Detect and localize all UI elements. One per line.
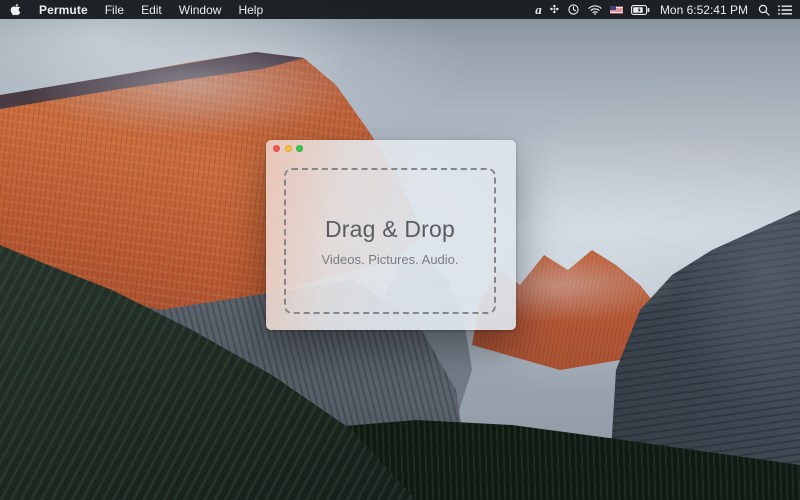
permute-window: Drag & Drop Videos. Pictures. Audio. bbox=[266, 140, 516, 330]
menu-bar-status-area: a ✣ bbox=[535, 2, 792, 18]
apple-menu[interactable] bbox=[10, 3, 22, 17]
dropzone-subtitle: Videos. Pictures. Audio. bbox=[321, 252, 458, 267]
notification-center-icon[interactable] bbox=[778, 2, 792, 18]
fan-icon[interactable]: ✣ bbox=[550, 2, 559, 18]
desktop: Permute File Edit Window Help a ✣ bbox=[0, 0, 800, 500]
menu-app-name[interactable]: Permute bbox=[39, 3, 88, 17]
menu-clock[interactable]: Mon 6:52:41 PM bbox=[660, 3, 748, 17]
minimize-button[interactable] bbox=[285, 145, 292, 152]
menu-bar: Permute File Edit Window Help a ✣ bbox=[0, 0, 800, 19]
menu-help[interactable]: Help bbox=[238, 3, 263, 17]
input-source-us-flag[interactable] bbox=[610, 6, 623, 14]
zoom-button[interactable] bbox=[296, 145, 303, 152]
battery-charging-icon[interactable] bbox=[631, 2, 650, 18]
menu-window[interactable]: Window bbox=[179, 3, 222, 17]
wifi-icon[interactable] bbox=[588, 2, 602, 18]
close-button[interactable] bbox=[273, 145, 280, 152]
flag-canton bbox=[610, 6, 616, 11]
atext-icon[interactable]: a bbox=[535, 2, 542, 18]
window-controls bbox=[273, 145, 303, 152]
drag-drop-zone[interactable]: Drag & Drop Videos. Pictures. Audio. bbox=[284, 168, 496, 314]
apple-icon bbox=[10, 3, 21, 16]
time-machine-icon[interactable] bbox=[567, 2, 580, 18]
spotlight-search-icon[interactable] bbox=[758, 2, 770, 18]
menu-file[interactable]: File bbox=[105, 3, 124, 17]
menu-edit[interactable]: Edit bbox=[141, 3, 162, 17]
dropzone-title: Drag & Drop bbox=[325, 216, 455, 243]
